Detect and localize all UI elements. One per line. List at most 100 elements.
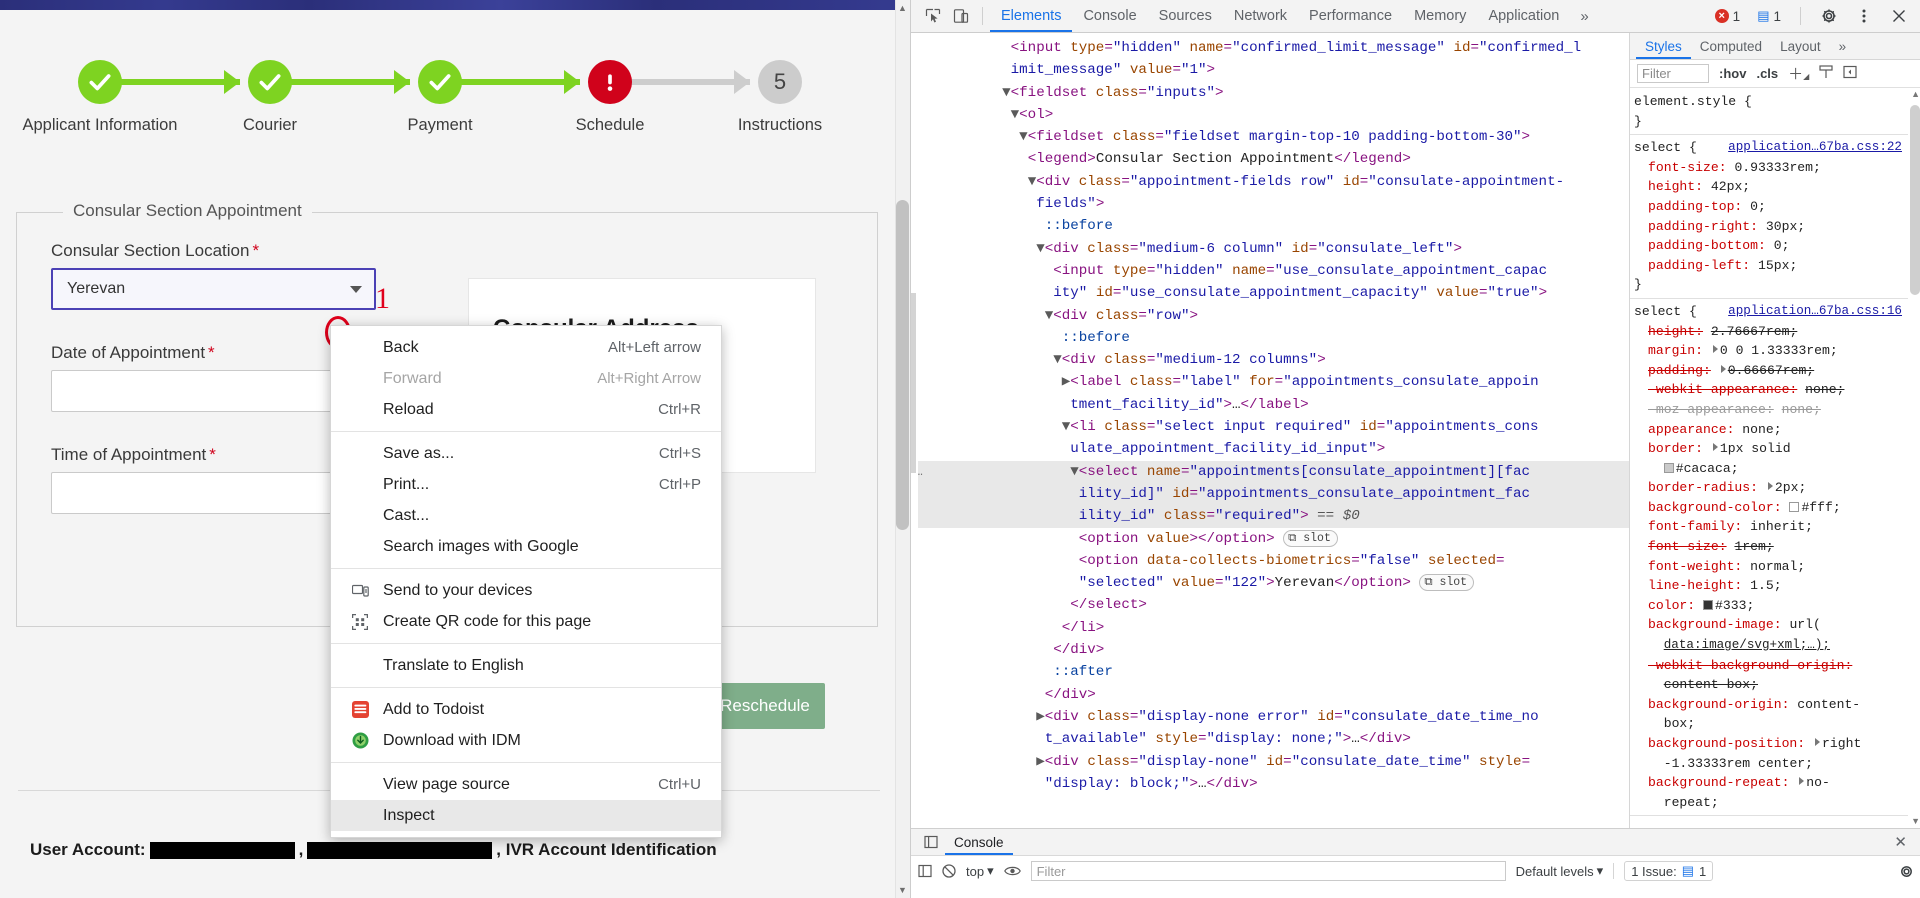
style-declaration[interactable]: padding-left: 15px; <box>1634 256 1908 276</box>
collapse-arrow-icon[interactable]: ▶ <box>1062 374 1071 390</box>
tab-application[interactable]: Application <box>1477 0 1570 32</box>
style-declaration[interactable]: x #cacaca; <box>1634 459 1908 479</box>
tab-network[interactable]: Network <box>1223 0 1298 32</box>
dom-line[interactable]: ▼<fieldset class="inputs"> <box>911 82 1629 104</box>
tab-layout[interactable]: Layout <box>1771 33 1830 59</box>
device-toolbar-icon[interactable] <box>947 3 975 29</box>
console-levels-select[interactable]: Default levels ▾ <box>1516 863 1604 879</box>
dom-line[interactable]: ity" id="use_consulate_appointment_capac… <box>911 282 1629 304</box>
style-declaration[interactable]: padding-bottom: 0; <box>1634 236 1908 256</box>
context-menu-item-forward[interactable]: Forward Alt+Right Arrow <box>331 363 721 394</box>
style-declaration[interactable]: font-weight: normal; <box>1634 557 1908 577</box>
stepper-step-courier[interactable]: Courier <box>190 60 350 135</box>
context-menu-item-send-to-devices[interactable]: Send to your devices <box>331 575 721 606</box>
style-declaration[interactable]: font-size: 0.93333rem; <box>1634 158 1908 178</box>
tab-styles[interactable]: Styles <box>1636 33 1691 59</box>
dom-line[interactable]: tment_facility_id">…</label> <box>911 394 1629 416</box>
dom-line[interactable]: ▼<div class="row"> <box>911 305 1629 327</box>
expand-arrow-icon[interactable]: ▼ <box>1070 464 1079 480</box>
dom-line[interactable]: <option data-collects-biometrics="false"… <box>911 550 1629 572</box>
dom-line[interactable]: ility_id]" id="appointments_consulate_ap… <box>911 482 1629 506</box>
style-selector[interactable]: element.style { <box>1634 92 1752 112</box>
context-menu-item-cast[interactable]: Cast... <box>331 500 721 531</box>
console-sidebar-icon[interactable] <box>918 864 932 878</box>
reschedule-button[interactable]: Reschedule <box>705 683 825 729</box>
tab-computed[interactable]: Computed <box>1691 33 1771 59</box>
close-icon[interactable] <box>1885 3 1913 29</box>
styles-rules-list[interactable]: element.style {} select {application…67ba… <box>1630 89 1908 828</box>
style-declaration[interactable]: -webkit-background-origin: <box>1634 656 1908 676</box>
collapse-arrow-icon[interactable]: ▶ <box>1036 754 1045 770</box>
expand-arrow-icon[interactable]: ▼ <box>1028 174 1037 190</box>
expand-arrow-icon[interactable]: ▼ <box>1002 85 1011 101</box>
styles-scroll-up-arrow[interactable]: ▲ <box>1911 89 1920 99</box>
error-count-badge[interactable]: × 1 <box>1710 8 1746 25</box>
gear-icon[interactable] <box>1815 3 1843 29</box>
context-menu-item-save-as[interactable]: Save as... Ctrl+S <box>331 438 721 469</box>
stepper-step-instructions[interactable]: 5 Instructions <box>700 60 860 135</box>
style-declaration[interactable]: x data:image/svg+xml;…); <box>1634 635 1908 656</box>
dom-line[interactable]: t_available" style="display: none;">…</d… <box>911 728 1629 750</box>
context-menu-item-view-page-source[interactable]: View page source Ctrl+U <box>331 769 721 800</box>
live-expression-eye-icon[interactable] <box>1003 865 1021 877</box>
console-context-select[interactable]: top ▾ <box>966 863 994 879</box>
style-rule[interactable]: element.style {} <box>1634 92 1908 131</box>
issues-badge[interactable]: 1 Issue: ▤ 1 <box>1624 861 1714 881</box>
dom-line[interactable]: <input type="hidden" name="confirmed_lim… <box>911 37 1629 59</box>
dom-line[interactable]: ▼<div class="medium-6 column" id="consul… <box>911 238 1629 260</box>
style-declaration[interactable]: padding: 0.66667rem; <box>1634 361 1908 381</box>
style-declaration[interactable]: height: 42px; <box>1634 177 1908 197</box>
style-selector[interactable]: select { <box>1634 302 1697 322</box>
dom-line[interactable]: </div> <box>911 684 1629 706</box>
styles-scrollbar-thumb[interactable] <box>1910 105 1920 295</box>
style-declaration[interactable]: x box; <box>1634 714 1908 734</box>
style-declaration[interactable]: x repeat; <box>1634 793 1908 813</box>
style-rule[interactable]: select {application…67ba.css:22 font-size… <box>1634 138 1908 295</box>
dom-line[interactable]: ::before <box>911 215 1629 237</box>
style-declaration[interactable]: -moz-appearance: none; <box>1634 400 1908 420</box>
time-of-appointment-input[interactable] <box>51 472 376 514</box>
style-declaration[interactable]: font-family: inherit; <box>1634 517 1908 537</box>
dom-line[interactable]: </div> <box>911 639 1629 661</box>
computed-styles-icon[interactable] <box>1819 64 1833 83</box>
dom-horizontal-scroll-rail[interactable] <box>911 33 918 795</box>
dom-line[interactable]: ▼<li class="select input required" id="a… <box>911 416 1629 438</box>
tab-memory[interactable]: Memory <box>1403 0 1477 32</box>
style-declaration[interactable]: font-size: 1rem; <box>1634 537 1908 557</box>
dom-line[interactable]: ▼<ol> <box>911 104 1629 126</box>
style-declaration[interactable]: background-origin: content- <box>1634 695 1908 715</box>
page-scrollbar[interactable]: ▲ ▼ <box>895 0 910 898</box>
dom-line[interactable]: ▼<div class="medium-12 columns"> <box>911 349 1629 371</box>
expand-arrow-icon[interactable]: ▼ <box>1011 107 1020 123</box>
hover-state-toggle[interactable]: :hov <box>1719 66 1746 81</box>
dom-line[interactable]: <option value></option> ⧉ slot <box>911 528 1629 550</box>
style-declaration[interactable]: x -1.33333rem center; <box>1634 754 1908 774</box>
stepper-step-payment[interactable]: Payment <box>360 60 520 135</box>
style-rule[interactable]: select {application…67ba.css:16 height: 2… <box>1634 302 1908 812</box>
kebab-menu-icon[interactable] <box>1850 3 1878 29</box>
class-toggle[interactable]: .cls <box>1756 66 1778 81</box>
context-menu-item-back[interactable]: Back Alt+Left arrow <box>331 332 721 363</box>
context-menu-item-translate[interactable]: Translate to English <box>331 650 721 681</box>
scroll-up-arrow[interactable]: ▲ <box>896 0 909 16</box>
tab-sources[interactable]: Sources <box>1148 0 1223 32</box>
dom-line[interactable]: ulate_appointment_facility_id_input"> <box>911 438 1629 460</box>
dom-line[interactable]: "display: block;">…</div> <box>911 773 1629 795</box>
drawer-close-icon[interactable]: ✕ <box>1886 833 1915 851</box>
tab-console[interactable]: Console <box>1072 0 1147 32</box>
style-declaration[interactable]: background-repeat: no- <box>1634 773 1908 793</box>
style-declaration[interactable]: line-height: 1.5; <box>1634 576 1908 596</box>
dom-line[interactable]: </li> <box>911 617 1629 639</box>
tab-elements[interactable]: Elements <box>990 0 1072 32</box>
dom-line[interactable]: <legend>Consular Section Appointment</le… <box>911 148 1629 170</box>
message-count-badge[interactable]: ▤ 1 <box>1752 7 1786 25</box>
more-tabs-icon[interactable]: » <box>1570 8 1598 25</box>
clear-console-icon[interactable] <box>942 864 956 878</box>
dom-line[interactable]: <input type="hidden" name="use_consulate… <box>911 260 1629 282</box>
drawer-toggle-icon[interactable] <box>917 829 945 855</box>
style-declaration[interactable]: padding-top: 0; <box>1634 197 1908 217</box>
style-declaration[interactable]: background-position: right <box>1634 734 1908 754</box>
style-declaration[interactable]: background-color: #fff; <box>1634 498 1908 518</box>
dom-scroll-thumb-left[interactable] <box>911 293 916 473</box>
dom-line[interactable]: ▶<div class="display-none" id="consulate… <box>911 751 1629 773</box>
